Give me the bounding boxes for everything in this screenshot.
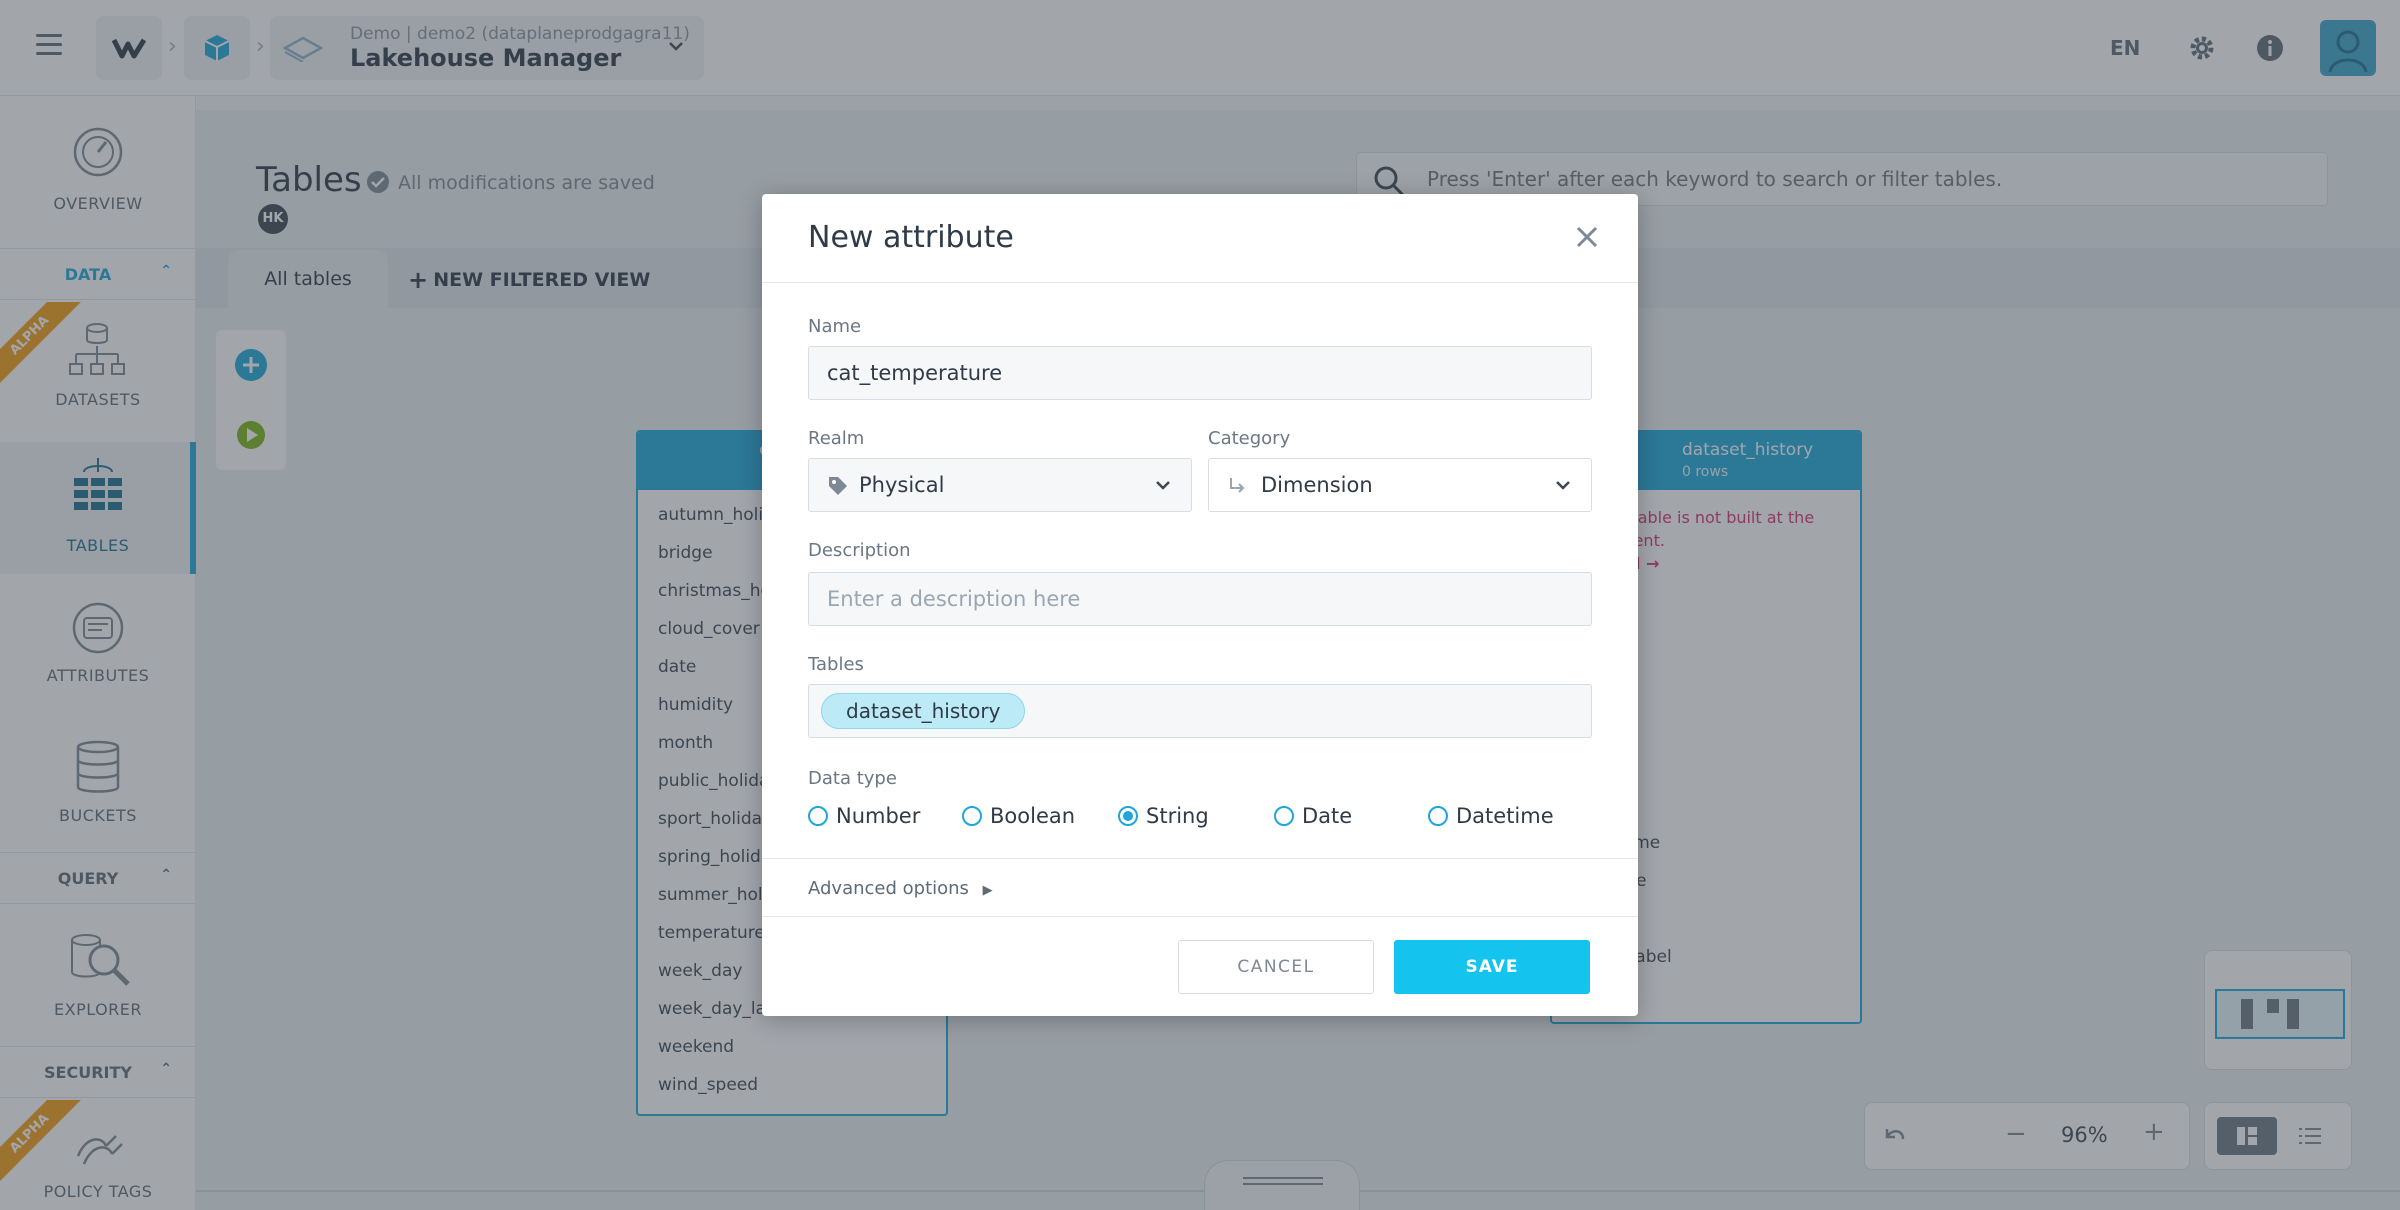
divider [762,916,1638,917]
cancel-button[interactable]: CANCEL [1178,940,1374,994]
save-button[interactable]: SAVE [1394,940,1590,994]
caret-right-icon: ▶ [982,883,993,898]
divider [762,282,1638,283]
realm-label: Realm [808,428,865,449]
realm-value: Physical [859,473,945,497]
radio-circle [962,806,982,826]
category-select[interactable]: Dimension [1208,458,1592,512]
advanced-options-toggle[interactable]: Advanced options ▶ [808,878,993,899]
description-label: Description [808,540,911,561]
datatype-radio-datetime[interactable]: Datetime [1428,804,1554,828]
radio-label: String [1146,804,1209,828]
radio-label: Datetime [1456,804,1554,828]
tables-input[interactable]: dataset_history [808,684,1592,738]
table-chip[interactable]: dataset_history [821,693,1026,729]
radio-label: Date [1302,804,1353,828]
chevron-down-icon [1556,481,1570,490]
radio-circle-selected [1118,806,1138,826]
advanced-options-label: Advanced options [808,878,969,899]
tables-label: Tables [808,654,864,675]
dialog-title: New attribute [808,220,1014,255]
divider [762,858,1638,859]
dimension-icon [1230,478,1245,493]
datatype-radio-number[interactable]: Number [808,804,920,828]
datatype-radio-date[interactable]: Date [1274,804,1352,828]
chevron-down-icon [1156,481,1170,490]
realm-select[interactable]: Physical [808,458,1192,512]
description-input[interactable]: Enter a description here [808,572,1592,626]
category-label: Category [1208,428,1291,449]
name-label: Name [808,316,862,337]
radio-circle [808,806,828,826]
new-attribute-dialog: New attribute Name cat_temperature Realm… [762,194,1638,1016]
category-value: Dimension [1261,473,1373,497]
radio-label: Boolean [990,804,1076,828]
datatype-radio-string[interactable]: String [1118,804,1209,828]
close-icon[interactable] [1572,222,1602,252]
radio-circle [1428,806,1448,826]
radio-circle [1274,806,1294,826]
datatype-radio-boolean[interactable]: Boolean [962,804,1075,828]
name-input[interactable]: cat_temperature [808,346,1592,400]
datatype-label: Data type [808,768,897,789]
radio-label: Number [836,804,921,828]
tag-icon [829,477,847,495]
